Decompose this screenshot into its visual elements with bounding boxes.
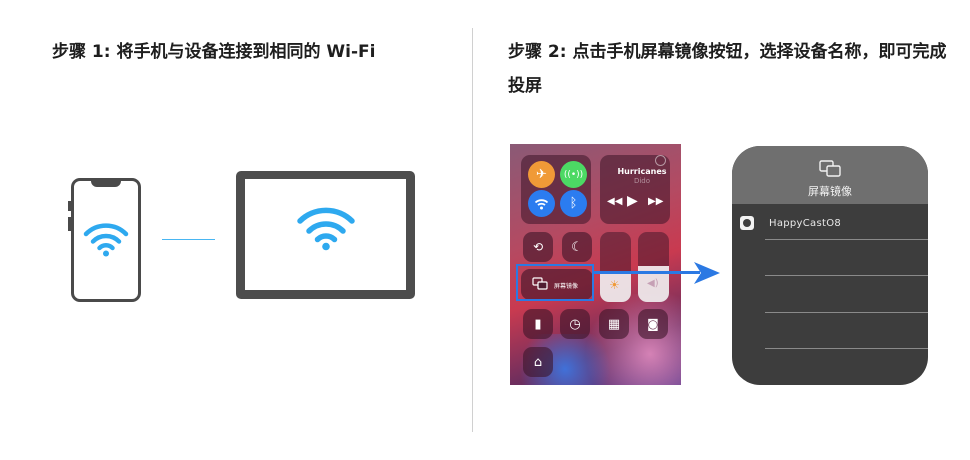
list-separator	[765, 275, 928, 276]
phone-notch	[91, 180, 121, 187]
list-separator	[765, 312, 928, 313]
cellular-icon[interactable]: ((•))	[560, 161, 587, 188]
phone-side-button	[68, 201, 71, 211]
volume-icon: ◀)	[647, 278, 659, 289]
phone-side-button	[138, 207, 141, 225]
wifi-icon	[297, 207, 355, 251]
phone-side-button	[68, 217, 71, 231]
step1-title: 步骤 1: 将手机与设备连接到相同的 Wi-Fi	[52, 42, 376, 62]
airplane-icon[interactable]: ✈	[528, 161, 555, 188]
brightness-icon: ☀	[609, 278, 620, 292]
panel-header-label: 屏幕镜像	[808, 185, 852, 198]
wifi-icon	[83, 223, 129, 257]
camera-icon[interactable]: ◙	[638, 309, 668, 339]
tablet-illustration	[236, 171, 415, 299]
list-separator	[765, 348, 928, 349]
wifi-toggle[interactable]	[528, 190, 555, 217]
moon-icon[interactable]: ☾	[562, 232, 592, 262]
rewind-icon[interactable]: ◀◀	[607, 196, 622, 207]
screen-mirroring-icon	[819, 160, 841, 177]
apple-icon	[740, 216, 754, 230]
step2-title: 步骤 2: 点击手机屏幕镜像按钮，选择设备名称，即可完成投屏	[508, 42, 947, 96]
fast-forward-icon[interactable]: ▶▶	[648, 196, 663, 207]
tablet-screen	[245, 179, 406, 290]
list-separator	[765, 239, 928, 240]
home-icon[interactable]: ⌂	[523, 347, 553, 377]
device-list-item[interactable]: HappyCastO8	[769, 218, 841, 229]
phone-illustration	[68, 178, 141, 302]
arrow-right-icon	[694, 262, 720, 284]
volume-slider[interactable]: ◀)	[638, 232, 669, 302]
calculator-icon[interactable]: ▦	[599, 309, 629, 339]
brightness-slider[interactable]: ☀	[600, 232, 631, 302]
bluetooth-icon[interactable]: ᛒ	[560, 190, 587, 217]
play-icon[interactable]: ▶	[627, 193, 638, 209]
connection-line	[162, 239, 215, 240]
music-artist: Dido	[633, 177, 651, 185]
wifi-icon	[534, 198, 549, 209]
music-title: Hurricanes	[617, 167, 667, 176]
airplay-icon[interactable]	[655, 155, 666, 166]
divider	[472, 28, 473, 432]
timer-icon[interactable]: ◷	[560, 309, 590, 339]
rotation-lock-icon[interactable]: ⟲	[523, 232, 553, 262]
device-list-panel: 屏幕镜像 HappyCastO8	[732, 146, 928, 385]
pointer-arrow-line	[594, 271, 700, 274]
flashlight-icon[interactable]: ▮	[523, 309, 553, 339]
mirroring-highlight-box	[516, 264, 594, 301]
